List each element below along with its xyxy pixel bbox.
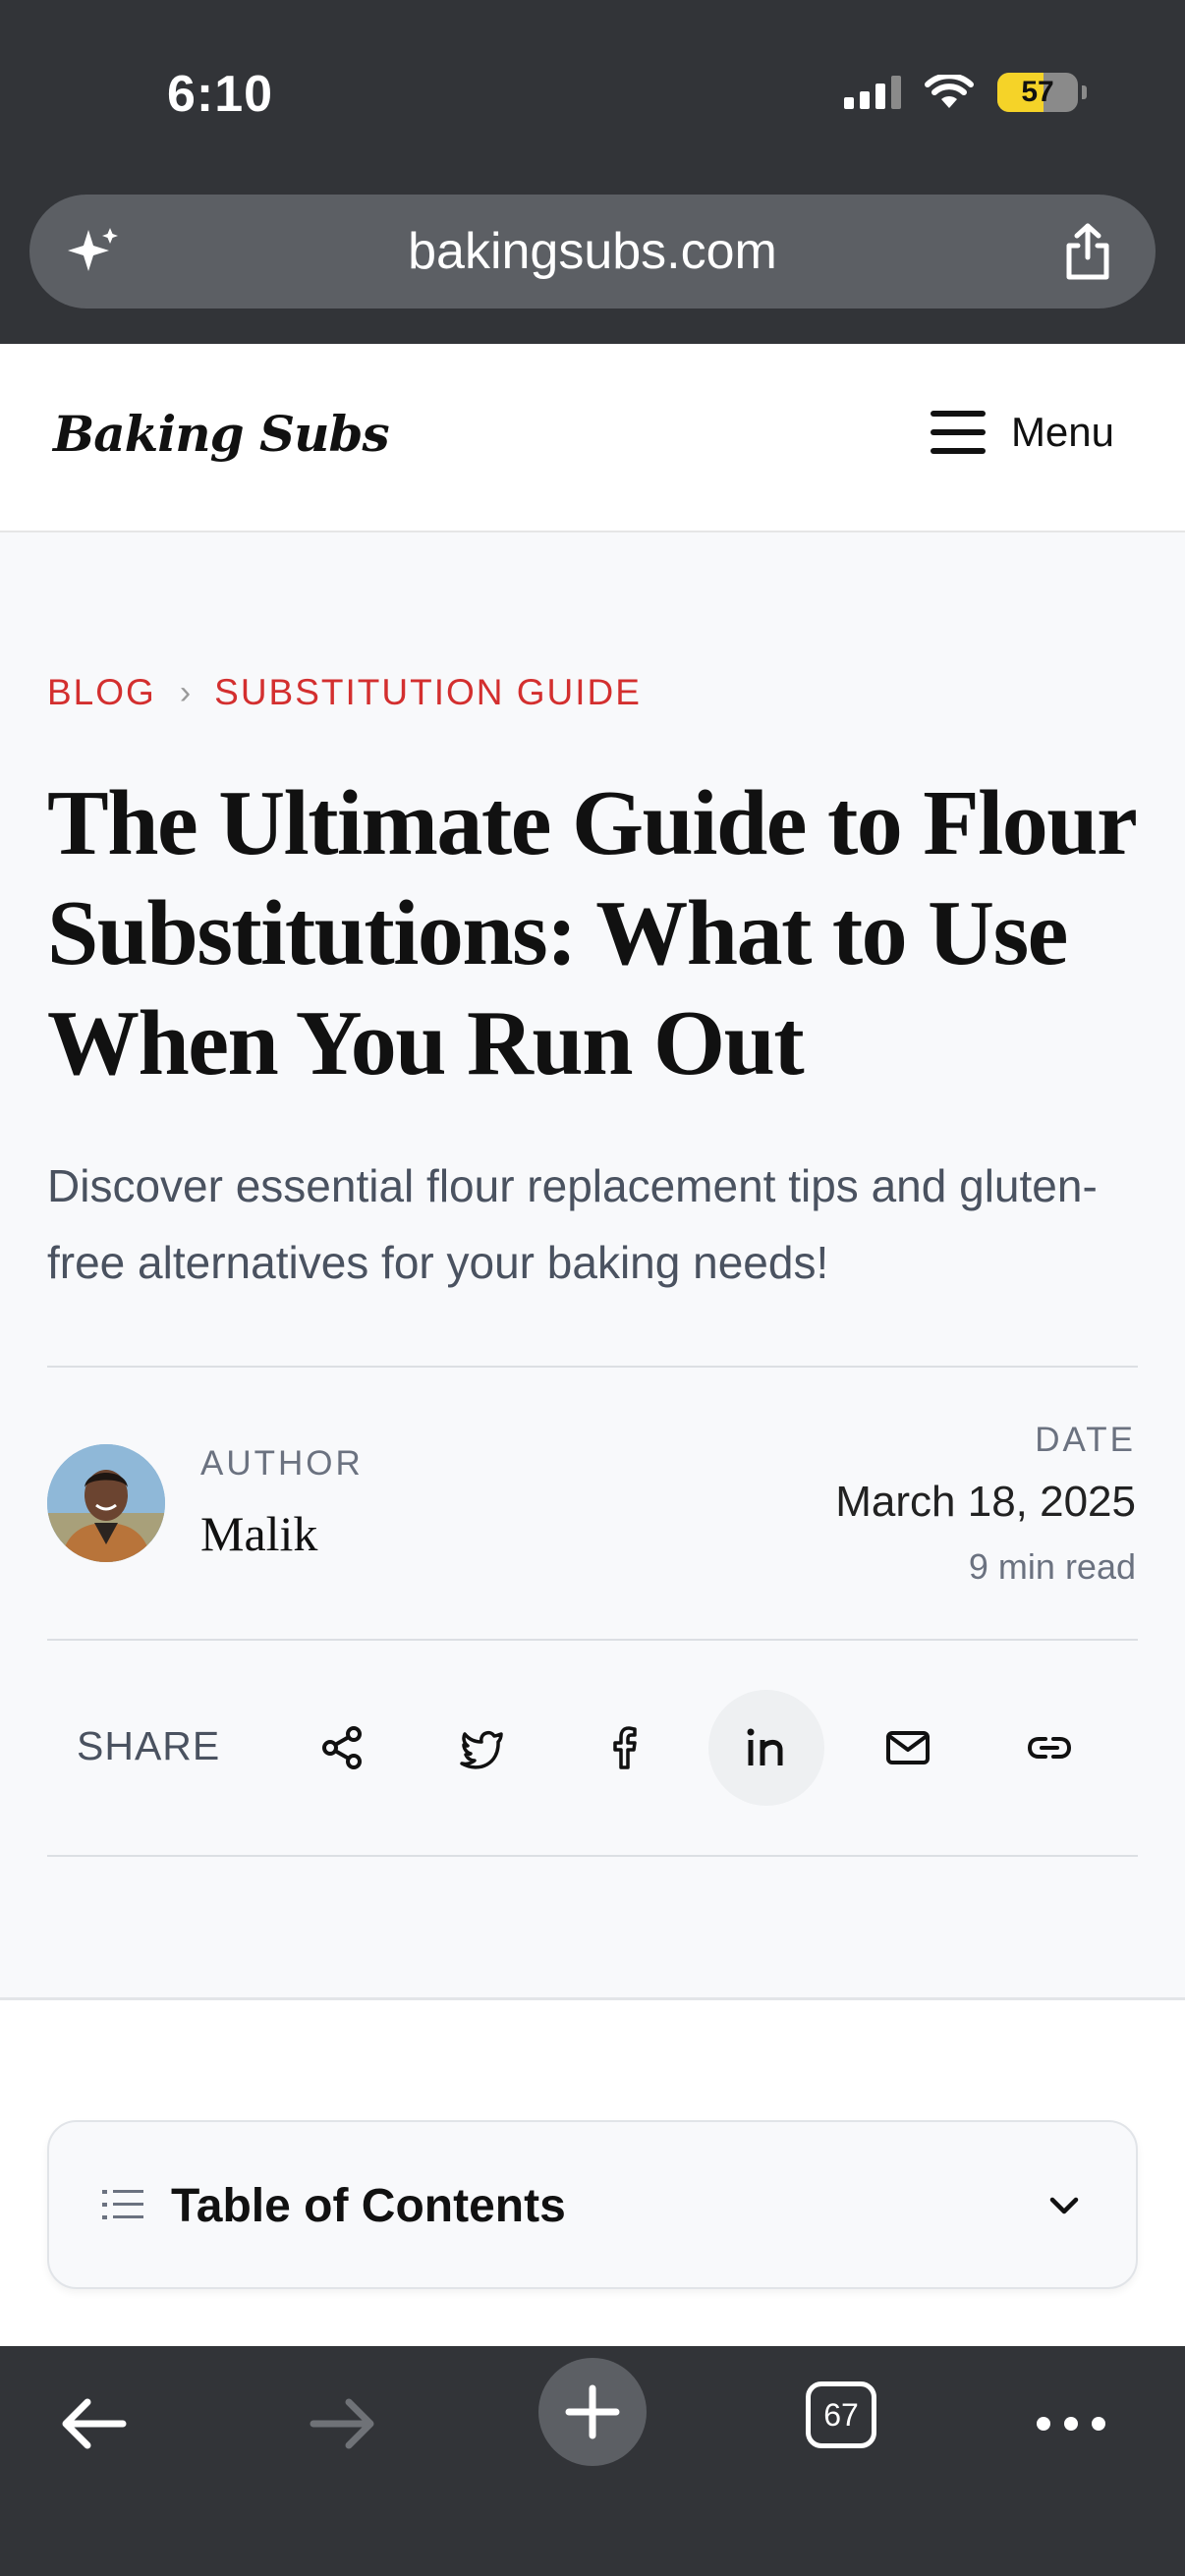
status-icons: 57 — [844, 73, 1087, 112]
plus-icon — [565, 2384, 620, 2439]
table-of-contents-toggle[interactable]: Table of Contents — [47, 2120, 1138, 2289]
new-tab-button[interactable] — [538, 2358, 647, 2466]
site-logo[interactable]: Baking Subs — [53, 405, 390, 463]
cellular-signal-icon — [844, 76, 901, 109]
menu-button[interactable]: Menu — [930, 409, 1114, 456]
arrow-left-icon — [62, 2398, 127, 2449]
address-bar[interactable]: bakingsubs.com — [29, 195, 1156, 308]
mail-icon — [886, 1731, 930, 1764]
share-label: SHARE — [77, 1723, 221, 1768]
share-twitter-button[interactable] — [423, 1690, 539, 1806]
divider — [47, 1855, 1138, 1857]
share-icon — [322, 1726, 362, 1769]
chevron-down-icon — [1049, 2197, 1079, 2214]
avatar — [47, 1444, 165, 1562]
copy-link-button[interactable] — [991, 1690, 1107, 1806]
link-icon — [1027, 1737, 1072, 1759]
date-label: DATE — [1035, 1421, 1136, 1459]
article-hero: BLOG › SUBSTITUTION GUIDE The Ultimate G… — [0, 532, 1185, 2000]
share-page-icon[interactable] — [1061, 222, 1114, 281]
arrow-right-icon — [310, 2398, 374, 2449]
more-options-button[interactable] — [1032, 2387, 1110, 2460]
breadcrumb-category[interactable]: SUBSTITUTION GUIDE — [214, 672, 642, 713]
url-text[interactable]: bakingsubs.com — [29, 222, 1156, 281]
read-time: 9 min read — [968, 1546, 1136, 1587]
article-subtitle: Discover essential flour replacement tip… — [47, 1160, 1098, 1288]
tabs-button[interactable]: 67 — [804, 2378, 878, 2452]
linkedin-icon — [747, 1728, 783, 1765]
battery-percent: 57 — [1021, 76, 1054, 108]
share-linkedin-button[interactable] — [708, 1690, 824, 1806]
author-label: AUTHOR — [200, 1444, 364, 1483]
breadcrumb-blog[interactable]: BLOG — [47, 672, 156, 713]
site-header: Baking Subs Menu — [0, 344, 1185, 532]
forward-button[interactable] — [307, 2387, 379, 2460]
list-icon — [102, 2190, 143, 2219]
browser-top-chrome: 6:10 57 bakingsubs.com — [0, 0, 1185, 344]
facebook-icon — [613, 1726, 637, 1769]
wifi-icon — [925, 75, 974, 108]
article-title: The Ultimate Guide to Flour Substitution… — [47, 772, 1136, 1094]
share-facebook-button[interactable] — [566, 1690, 682, 1806]
battery-tip — [1082, 85, 1087, 99]
breadcrumb: BLOG › SUBSTITUTION GUIDE — [47, 672, 642, 713]
menu-label: Menu — [1010, 409, 1114, 455]
divider — [47, 1639, 1138, 1641]
battery-icon: 57 — [997, 73, 1078, 112]
divider — [47, 1366, 1138, 1368]
hamburger-icon — [930, 411, 986, 454]
author-name[interactable]: Malik — [200, 1505, 317, 1562]
share-email-button[interactable] — [850, 1690, 966, 1806]
publish-date: March 18, 2025 — [835, 1478, 1136, 1526]
tab-count: 67 — [806, 2381, 876, 2448]
breadcrumb-separator: › — [179, 673, 192, 711]
twitter-icon — [460, 1730, 503, 1769]
browser-toolbar: 67 — [0, 2346, 1185, 2576]
toc-label: Table of Contents — [171, 2180, 566, 2232]
share-button[interactable] — [284, 1690, 400, 1806]
back-button[interactable] — [57, 2387, 130, 2460]
status-time: 6:10 — [167, 66, 274, 123]
more-dots-icon — [1037, 2417, 1105, 2431]
